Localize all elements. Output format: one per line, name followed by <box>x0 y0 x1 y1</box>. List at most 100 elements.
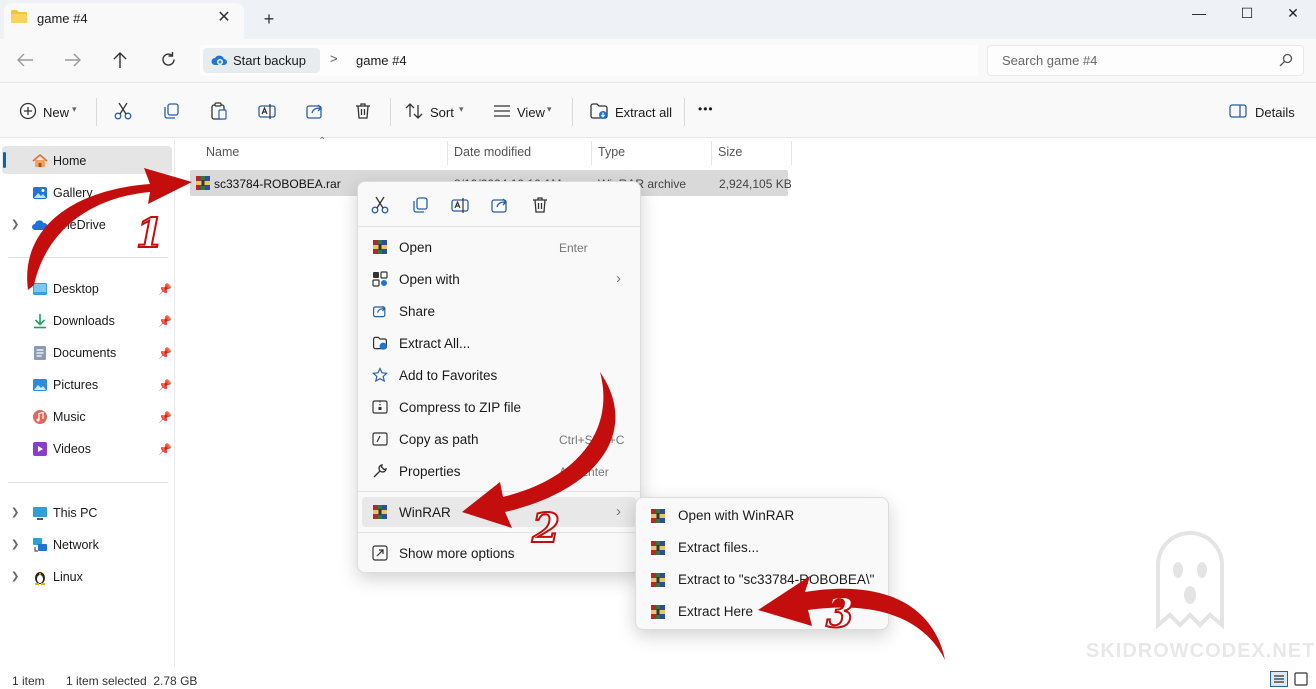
column-header-date[interactable]: Date modified <box>454 145 531 159</box>
gallery-icon[interactable] <box>32 185 48 201</box>
network-icon[interactable] <box>32 537 48 553</box>
sort-ascending-icon: ⌃ <box>318 136 327 147</box>
breadcrumb-folder[interactable]: game #4 <box>356 53 407 68</box>
new-button[interactable]: New <box>43 105 69 120</box>
details-button[interactable]: Details <box>1255 105 1295 120</box>
expand-chevron-icon[interactable]: ❯ <box>11 539 19 550</box>
menu-label: WinRAR <box>399 505 451 520</box>
cut-icon[interactable] <box>113 101 133 121</box>
pin-icon[interactable]: 📌 <box>158 411 172 424</box>
details-pane-icon[interactable] <box>1229 103 1247 119</box>
copy-icon[interactable] <box>410 195 430 215</box>
minimize-button[interactable]: — <box>1176 0 1222 30</box>
submenu-item-extract-files[interactable] <box>640 533 884 563</box>
expand-chevron-icon[interactable]: ❯ <box>11 219 19 230</box>
chevron-down-icon[interactable]: ▾ <box>547 104 552 115</box>
back-arrow-icon[interactable] <box>16 52 34 68</box>
desktop-icon[interactable] <box>32 281 48 297</box>
breadcrumb-chevron-icon[interactable]: > <box>330 51 338 66</box>
sidebar-item-network[interactable]: Network <box>53 538 99 552</box>
copy-path-icon <box>372 432 388 446</box>
share-icon[interactable] <box>305 101 325 121</box>
rename-icon[interactable] <box>257 101 277 121</box>
up-arrow-icon[interactable] <box>112 51 128 69</box>
pin-icon[interactable]: 📌 <box>158 315 172 328</box>
sidebar-item-gallery[interactable]: Gallery <box>53 186 93 200</box>
chevron-down-icon[interactable]: ▾ <box>72 104 77 115</box>
sidebar-item-videos[interactable]: Videos <box>53 442 91 456</box>
view-button[interactable]: View <box>517 105 545 120</box>
onedrive-cloud-icon[interactable] <box>32 217 48 233</box>
share-icon[interactable] <box>490 195 510 215</box>
sidebar-item-home[interactable] <box>2 146 172 174</box>
open-with-icon <box>372 271 388 287</box>
file-name: sc33784-ROBOBEA.rar <box>214 177 341 191</box>
pin-icon[interactable]: 📌 <box>158 379 172 392</box>
menu-label: Extract All... <box>399 336 471 351</box>
chevron-down-icon[interactable]: ▾ <box>459 104 464 115</box>
close-tab-icon[interactable]: ✕ <box>214 8 234 28</box>
winrar-icon <box>650 572 666 588</box>
pictures-icon[interactable] <box>32 377 48 393</box>
search-input[interactable]: Search game #4 <box>1002 53 1097 68</box>
menu-divider <box>358 226 640 227</box>
sidebar-divider <box>8 257 168 258</box>
details-view-icon[interactable] <box>1270 671 1288 687</box>
paste-icon[interactable] <box>209 101 229 121</box>
menu-shortcut: Enter <box>559 241 588 255</box>
downloads-icon[interactable] <box>32 313 48 329</box>
sidebar-item-onedrive[interactable]: OneDrive <box>53 218 106 232</box>
sidebar-item-music[interactable]: Music <box>53 410 86 424</box>
music-icon[interactable] <box>32 409 48 425</box>
linux-penguin-icon[interactable] <box>32 569 48 585</box>
expand-chevron-icon[interactable]: ❯ <box>11 507 19 518</box>
sidebar-item-documents[interactable]: Documents <box>53 346 116 360</box>
close-window-button[interactable]: ✕ <box>1270 0 1316 30</box>
sidebar-item-pictures[interactable]: Pictures <box>53 378 98 392</box>
videos-icon[interactable] <box>32 441 48 457</box>
start-backup-label: Start backup <box>233 53 306 68</box>
step-number-3: 3 <box>825 589 855 638</box>
documents-icon[interactable] <box>32 345 48 361</box>
column-header-type[interactable]: Type <box>598 145 625 159</box>
sort-icon[interactable] <box>404 101 424 121</box>
pin-icon[interactable]: 📌 <box>158 347 172 360</box>
view-icon[interactable] <box>492 101 512 121</box>
sidebar-item-linux[interactable]: Linux <box>53 570 83 584</box>
column-divider[interactable] <box>591 141 592 165</box>
column-divider[interactable] <box>711 141 712 165</box>
sidebar-item-desktop[interactable]: Desktop <box>53 282 99 296</box>
search-icon[interactable] <box>1279 53 1293 67</box>
more-options-icon[interactable]: ••• <box>698 102 714 116</box>
home-icon <box>32 153 48 167</box>
sidebar-item-downloads[interactable]: Downloads <box>53 314 115 328</box>
delete-icon[interactable] <box>530 195 550 215</box>
cut-icon[interactable] <box>370 195 390 215</box>
copy-icon[interactable] <box>161 101 181 121</box>
forward-arrow-icon[interactable] <box>64 52 82 68</box>
refresh-icon[interactable] <box>160 51 177 68</box>
column-divider[interactable] <box>791 141 792 165</box>
expand-chevron-icon[interactable]: ❯ <box>11 571 19 582</box>
submenu-chevron-icon: › <box>616 503 621 520</box>
this-pc-icon[interactable] <box>32 505 48 521</box>
column-header-size[interactable]: Size <box>718 145 742 159</box>
maximize-button[interactable]: ☐ <box>1224 0 1270 30</box>
new-tab-button[interactable]: + <box>258 8 280 30</box>
sort-button[interactable]: Sort <box>430 105 454 120</box>
rename-icon[interactable] <box>450 195 470 215</box>
toolbar-divider <box>684 98 685 126</box>
tiles-view-icon[interactable] <box>1294 672 1308 686</box>
step-number-2: 2 <box>531 504 561 553</box>
delete-icon[interactable] <box>353 101 373 121</box>
new-plus-icon[interactable] <box>18 101 38 121</box>
extract-all-icon[interactable] <box>589 101 609 121</box>
status-item-count: 1 item <box>12 674 45 688</box>
extract-all-button[interactable]: Extract all <box>615 105 672 120</box>
column-divider[interactable] <box>447 141 448 165</box>
pin-icon[interactable]: 📌 <box>158 443 172 456</box>
column-header-name[interactable]: Name <box>206 145 239 159</box>
sidebar-item-this-pc[interactable]: This PC <box>53 506 97 520</box>
submenu-label: Extract Here <box>678 604 754 619</box>
pin-icon[interactable]: 📌 <box>158 283 172 296</box>
